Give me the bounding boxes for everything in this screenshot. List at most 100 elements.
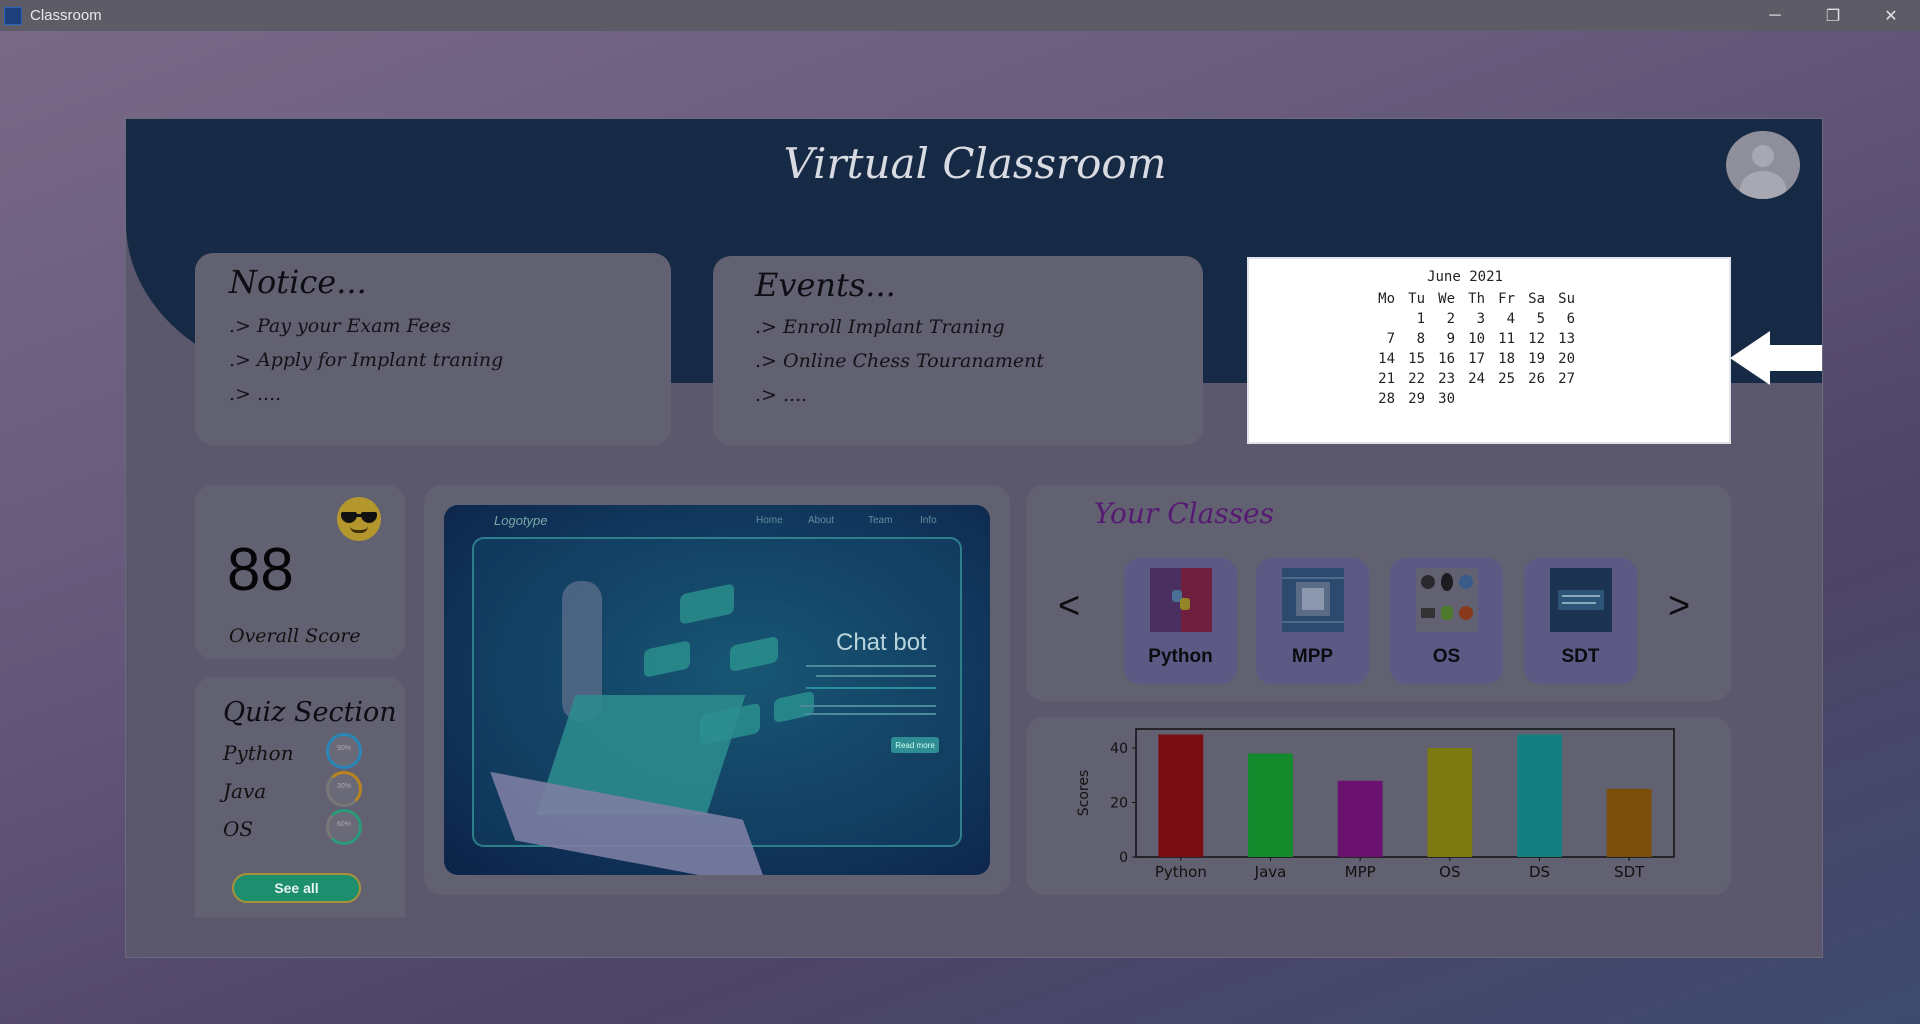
calendar-day[interactable]: 25 (1487, 369, 1517, 389)
calendar-day[interactable]: 29 (1397, 389, 1427, 409)
calendar-day[interactable]: 28 (1367, 389, 1397, 409)
calendar-day[interactable]: 5 (1517, 309, 1547, 329)
calendar-day[interactable]: 7 (1367, 329, 1397, 349)
window-title-bar: Classroom ─ ❐ ✕ (0, 0, 1920, 31)
banner-text-line (816, 675, 936, 677)
calendar-day[interactable]: 3 (1457, 309, 1487, 329)
calendar-day[interactable]: 27 (1547, 369, 1577, 389)
window-title: Classroom (30, 7, 102, 24)
chart-bar (1517, 734, 1562, 857)
quiz-item-python[interactable]: Python 90% (223, 733, 373, 769)
python-logo-icon (1150, 568, 1212, 632)
calendar-day[interactable]: 26 (1517, 369, 1547, 389)
quiz-item-os[interactable]: OS 60% (223, 809, 373, 845)
notice-title: Notice... (229, 263, 367, 301)
chart-y-tick-label: 40 (1110, 741, 1128, 757)
calendar-weekday: Sa (1528, 291, 1545, 307)
banner-headline: Chat bot (836, 629, 927, 656)
quiz-item-label: OS (223, 817, 254, 841)
calendar-day[interactable]: 1 (1397, 309, 1427, 329)
calendar-day[interactable]: 17 (1457, 349, 1487, 369)
read-more-button[interactable]: Read more (891, 737, 939, 753)
chart-bar (1158, 734, 1204, 857)
calendar-day[interactable] (1487, 389, 1517, 409)
banner-nav-team: Team (868, 515, 893, 526)
chart-x-tick-label: Python (1155, 863, 1207, 881)
calendar-day[interactable]: 16 (1427, 349, 1457, 369)
events-item[interactable]: .> Enroll Implant Traning (755, 316, 1203, 338)
app-icon (4, 6, 22, 25)
classes-prev-button[interactable]: < (1058, 585, 1080, 628)
quiz-item-percent: 30% (336, 783, 351, 790)
calendar-day[interactable]: 12 (1517, 329, 1547, 349)
chart-bar (1248, 753, 1293, 857)
calendar-weekday: We (1438, 291, 1455, 307)
chart-y-tick-label: 0 (1119, 850, 1128, 866)
quiz-item-percent: 60% (336, 821, 351, 828)
quiz-title: Quiz Section (223, 697, 397, 728)
calendar-day[interactable]: 23 (1427, 369, 1457, 389)
notice-item[interactable]: .> .... (229, 383, 671, 405)
calendar-day[interactable]: 6 (1547, 309, 1577, 329)
chart-x-tick-label: OS (1439, 863, 1460, 881)
sunglasses-emoji-icon (337, 497, 381, 541)
events-item[interactable]: .> .... (755, 384, 1203, 406)
events-item[interactable]: .> Online Chess Touranament (755, 350, 1203, 372)
calendar-weekday: Mo (1378, 291, 1395, 307)
calendar-day[interactable] (1457, 389, 1487, 409)
calendar-day[interactable] (1517, 389, 1547, 409)
calendar-weekday: Tu (1408, 291, 1425, 307)
calendar-day[interactable]: 24 (1457, 369, 1487, 389)
quiz-item-java[interactable]: Java 30% (223, 771, 373, 807)
chart-bar (1606, 788, 1652, 857)
class-tile-os[interactable]: OS (1390, 558, 1503, 684)
class-tile-sdt[interactable]: SDT (1524, 558, 1637, 684)
chart-plot-frame (1135, 728, 1675, 858)
minimize-button[interactable]: ─ (1746, 0, 1804, 31)
classroom-window: Virtual Classroom Notice... .> Pay your … (125, 118, 1823, 958)
banner-nav-about: About (808, 515, 835, 526)
overall-score-label: Overall Score (229, 625, 361, 647)
calendar-day[interactable]: 22 (1397, 369, 1427, 389)
quiz-item-percent: 90% (336, 745, 351, 752)
calendar-day[interactable]: 14 (1367, 349, 1397, 369)
class-tile-label: Python (1148, 646, 1213, 667)
maximize-button[interactable]: ❐ (1804, 0, 1862, 31)
avatar-body-icon (1740, 171, 1786, 199)
quiz-item-label: Python (223, 741, 294, 765)
calendar-day[interactable]: 11 (1487, 329, 1517, 349)
close-button[interactable]: ✕ (1862, 0, 1920, 31)
calendar-day[interactable]: 18 (1487, 349, 1517, 369)
calendar-day[interactable]: 10 (1457, 329, 1487, 349)
calendar-weekday: Th (1468, 291, 1485, 307)
notice-card: Notice... .> Pay your Exam Fees .> Apply… (195, 253, 671, 445)
calendar-day[interactable]: 13 (1547, 329, 1577, 349)
calendar-day[interactable]: 21 (1367, 369, 1397, 389)
user-avatar[interactable] (1726, 131, 1800, 199)
quiz-item-label: Java (223, 779, 267, 803)
chart-x-tick-label: SDT (1614, 863, 1645, 881)
class-tile-python[interactable]: Python (1124, 558, 1237, 684)
processor-chip-icon (1282, 568, 1344, 632)
calendar-day[interactable]: 4 (1487, 309, 1517, 329)
calendar-day[interactable]: 20 (1547, 349, 1577, 369)
calendar-day[interactable]: 9 (1427, 329, 1457, 349)
class-tile-label: SDT (1561, 646, 1600, 667)
calendar-day[interactable]: 2 (1427, 309, 1457, 329)
calendar-day[interactable]: 19 (1517, 349, 1547, 369)
notice-item[interactable]: .> Pay your Exam Fees (229, 315, 671, 337)
calendar-day[interactable] (1547, 389, 1577, 409)
calendar-widget[interactable]: June 2021 Mo Tu We Th Fr Sa Su 1 2 3 4 5… (1247, 257, 1731, 444)
calendar-day[interactable]: 30 (1427, 389, 1457, 409)
calendar-day[interactable] (1367, 309, 1397, 329)
see-all-button[interactable]: See all (232, 873, 361, 903)
notice-item[interactable]: .> Apply for Implant traning (229, 349, 671, 371)
chatbot-banner-image[interactable]: Logotype Home About Team Info Chat bot R… (444, 505, 990, 875)
banner-logo: Logotype (494, 513, 548, 528)
calendar-day[interactable]: 15 (1397, 349, 1427, 369)
app-title: Virtual Classroom (783, 139, 1167, 188)
classes-next-button[interactable]: > (1668, 585, 1690, 628)
calendar-grid: Mo Tu We Th Fr Sa Su 1 2 3 4 5 6 7 8 9 1… (1367, 289, 1577, 409)
class-tile-mpp[interactable]: MPP (1256, 558, 1369, 684)
calendar-day[interactable]: 8 (1397, 329, 1427, 349)
